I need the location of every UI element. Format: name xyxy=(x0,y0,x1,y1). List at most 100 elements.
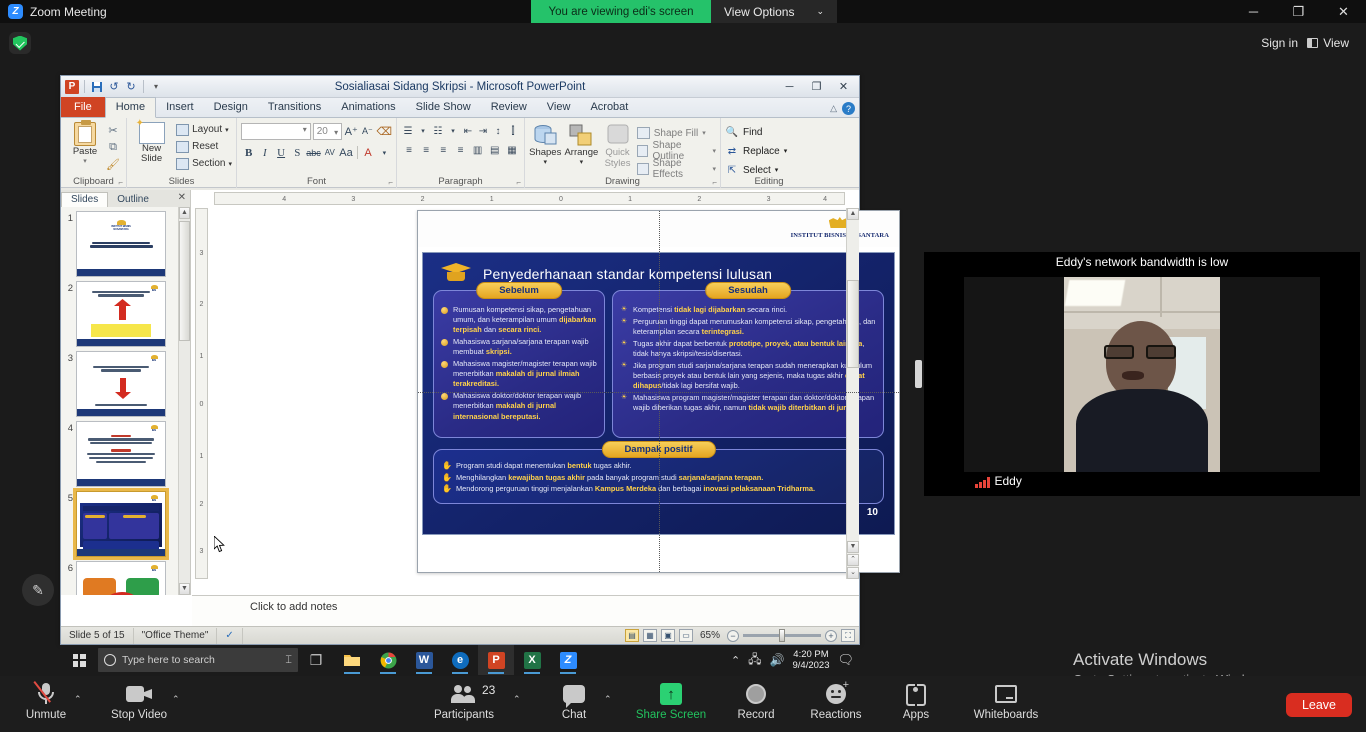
slide-thumbnail-selected[interactable]: IBN xyxy=(73,488,169,560)
bullets-icon[interactable]: ☰ xyxy=(401,123,415,139)
text-direction-icon[interactable]: ⫿ xyxy=(506,123,520,139)
participants-chevron-icon[interactable]: ⌃ xyxy=(513,694,521,705)
video-panel[interactable]: Eddy's network bandwidth is low Eddy xyxy=(924,252,1360,496)
scroll-up-button[interactable]: ▲ xyxy=(179,207,190,219)
annotate-pencil-icon[interactable]: ✎ xyxy=(22,574,54,606)
italic-button[interactable]: I xyxy=(257,144,272,161)
align-right-icon[interactable]: ≡ xyxy=(435,142,451,158)
copy-icon[interactable]: ⧉ xyxy=(105,140,121,155)
slide-canvas[interactable]: INSTITUT BISNIS NUSANTARA Penyederhanaan… xyxy=(417,210,900,573)
reading-view-button[interactable]: ▣ xyxy=(660,629,675,642)
tab-home[interactable]: Home xyxy=(104,97,157,118)
find-button[interactable]: 🔍 Find xyxy=(725,124,813,140)
previous-slide-button[interactable]: ⌃ xyxy=(847,554,859,566)
cut-icon[interactable]: ✂ xyxy=(105,123,121,138)
slide-thumbnail-list[interactable]: 1 INSTITUT BISNIS NUSANTARA 2 IBN 3 IBN … xyxy=(61,207,178,595)
share-screen-button[interactable]: Share Screen xyxy=(635,682,707,721)
zoom-slider[interactable] xyxy=(743,629,821,642)
list-item[interactable]: 2 IBN xyxy=(61,277,178,347)
decrease-font-size-icon[interactable]: A⁻ xyxy=(360,123,374,140)
tab-file[interactable]: File xyxy=(61,97,105,117)
list-item[interactable]: 1 INSTITUT BISNIS NUSANTARA xyxy=(61,207,178,277)
zoom-slider-handle[interactable] xyxy=(779,629,785,642)
list-item[interactable]: 4 IBN xyxy=(61,417,178,487)
reactions-button[interactable]: Reactions xyxy=(804,679,868,721)
numbering-icon[interactable]: ☷ xyxy=(431,123,445,139)
minimize-ribbon-icon[interactable]: △ xyxy=(830,103,837,114)
next-slide-button[interactable]: ⌄ xyxy=(847,567,859,579)
shape-effects-button[interactable]: Shape Effects ▾ xyxy=(636,158,716,180)
ppt-close-button[interactable]: ✕ xyxy=(830,77,857,96)
underline-button[interactable]: U xyxy=(273,144,288,161)
taskbar-clock[interactable]: 4:20 PM 9/4/2023 xyxy=(793,649,830,671)
bullets-dropdown[interactable]: ▾ xyxy=(416,123,430,139)
leave-button[interactable]: Leave xyxy=(1285,693,1352,717)
numbering-dropdown[interactable]: ▾ xyxy=(446,123,460,139)
tab-slide-show[interactable]: Slide Show xyxy=(406,98,481,117)
clear-formatting-icon[interactable]: ⌫ xyxy=(376,123,392,140)
powerpoint-icon[interactable]: P xyxy=(478,645,514,675)
view-layout-button[interactable]: View xyxy=(1298,33,1358,52)
canvas-scroll-up[interactable]: ▲ xyxy=(847,208,859,220)
normal-view-button[interactable]: ▤ xyxy=(624,629,639,642)
list-item[interactable]: 5 IBN xyxy=(61,487,178,560)
paste-button[interactable]: Paste ▾ xyxy=(65,120,105,172)
font-size-combobox[interactable]: 20 xyxy=(312,123,343,140)
drawing-dialog-launcher[interactable]: ⌐ xyxy=(712,178,717,187)
replace-button[interactable]: ⇄ Replace ▾ xyxy=(725,143,813,159)
tab-acrobat[interactable]: Acrobat xyxy=(580,98,638,117)
slide-thumbnail[interactable]: INSTITUT BISNIS NUSANTARA xyxy=(76,211,166,277)
record-button[interactable]: Record xyxy=(724,682,788,721)
font-dialog-launcher[interactable]: ⌐ xyxy=(388,178,393,187)
align-left-icon[interactable]: ≡ xyxy=(401,142,417,158)
chat-button[interactable]: Chat xyxy=(542,682,606,721)
edge-icon[interactable]: e xyxy=(442,645,478,675)
video-tile[interactable] xyxy=(964,277,1320,472)
ppt-minimize-button[interactable]: ─ xyxy=(776,77,803,96)
video-options-chevron-icon[interactable]: ⌃ xyxy=(172,694,180,705)
close-pane-icon[interactable]: ✕ xyxy=(178,192,186,203)
slide-show-button[interactable]: ▭ xyxy=(678,629,693,642)
list-item[interactable]: 3 IBN xyxy=(61,347,178,417)
increase-indent-icon[interactable]: ⇥ xyxy=(476,123,490,139)
strikethrough-button[interactable]: abc xyxy=(306,144,321,161)
increase-font-size-icon[interactable]: A⁺ xyxy=(344,123,358,140)
justify-icon[interactable]: ≡ xyxy=(452,142,468,158)
slide-thumbnail[interactable]: IBN xyxy=(76,561,166,595)
notification-icon[interactable]: 🗨 xyxy=(837,652,854,668)
character-spacing-button[interactable]: AV xyxy=(322,144,337,161)
pane-tab-outline[interactable]: Outline xyxy=(108,193,158,207)
audio-options-chevron-icon[interactable]: ⌃ xyxy=(74,694,82,705)
close-button[interactable]: ✕ xyxy=(1321,0,1366,23)
font-color-dropdown[interactable]: ▾ xyxy=(377,144,392,161)
zoom-in-button[interactable]: + xyxy=(825,629,837,642)
apps-button[interactable]: Apps xyxy=(884,682,948,721)
show-hidden-icons[interactable]: ⌃ xyxy=(731,654,740,667)
panel-resize-handle[interactable] xyxy=(915,360,922,388)
line-spacing-icon[interactable]: ↕ xyxy=(491,123,505,139)
file-explorer-icon[interactable] xyxy=(334,645,370,675)
font-name-combobox[interactable] xyxy=(241,123,311,140)
zoom-taskbar-icon[interactable]: Z xyxy=(550,645,586,675)
columns-icon[interactable]: ▥ xyxy=(470,142,486,158)
slides-pane-scrollbar[interactable]: ▲ ▼ xyxy=(178,207,190,595)
minimize-button[interactable]: ─ xyxy=(1231,0,1276,23)
layout-button[interactable]: Layout ▾ xyxy=(176,122,232,137)
taskbar-search-input[interactable]: Type here to search ⌶ xyxy=(98,648,298,672)
format-painter-icon[interactable]: 🖌 xyxy=(105,157,121,172)
tab-view[interactable]: View xyxy=(537,98,581,117)
maximize-button[interactable]: ❐ xyxy=(1276,0,1321,23)
microphone-icon[interactable]: ⌶ xyxy=(285,654,292,667)
participants-button[interactable]: 23 Participants xyxy=(432,682,496,721)
whiteboards-button[interactable]: Whiteboards xyxy=(968,682,1044,721)
word-icon[interactable]: W xyxy=(406,645,442,675)
paragraph-dialog-launcher[interactable]: ⌐ xyxy=(516,178,521,187)
tab-animations[interactable]: Animations xyxy=(331,98,405,117)
shape-outline-button[interactable]: Shape Outline ▾ xyxy=(636,140,716,162)
canvas-scroll-down[interactable]: ▼ xyxy=(847,541,859,553)
unmute-button[interactable]: Unmute xyxy=(14,681,78,721)
section-button[interactable]: Section ▾ xyxy=(176,156,232,171)
notes-pane[interactable]: Click to add notes xyxy=(192,595,859,626)
scrollbar-thumb[interactable] xyxy=(179,221,190,341)
spellcheck-icon[interactable]: ✓ xyxy=(217,627,243,644)
